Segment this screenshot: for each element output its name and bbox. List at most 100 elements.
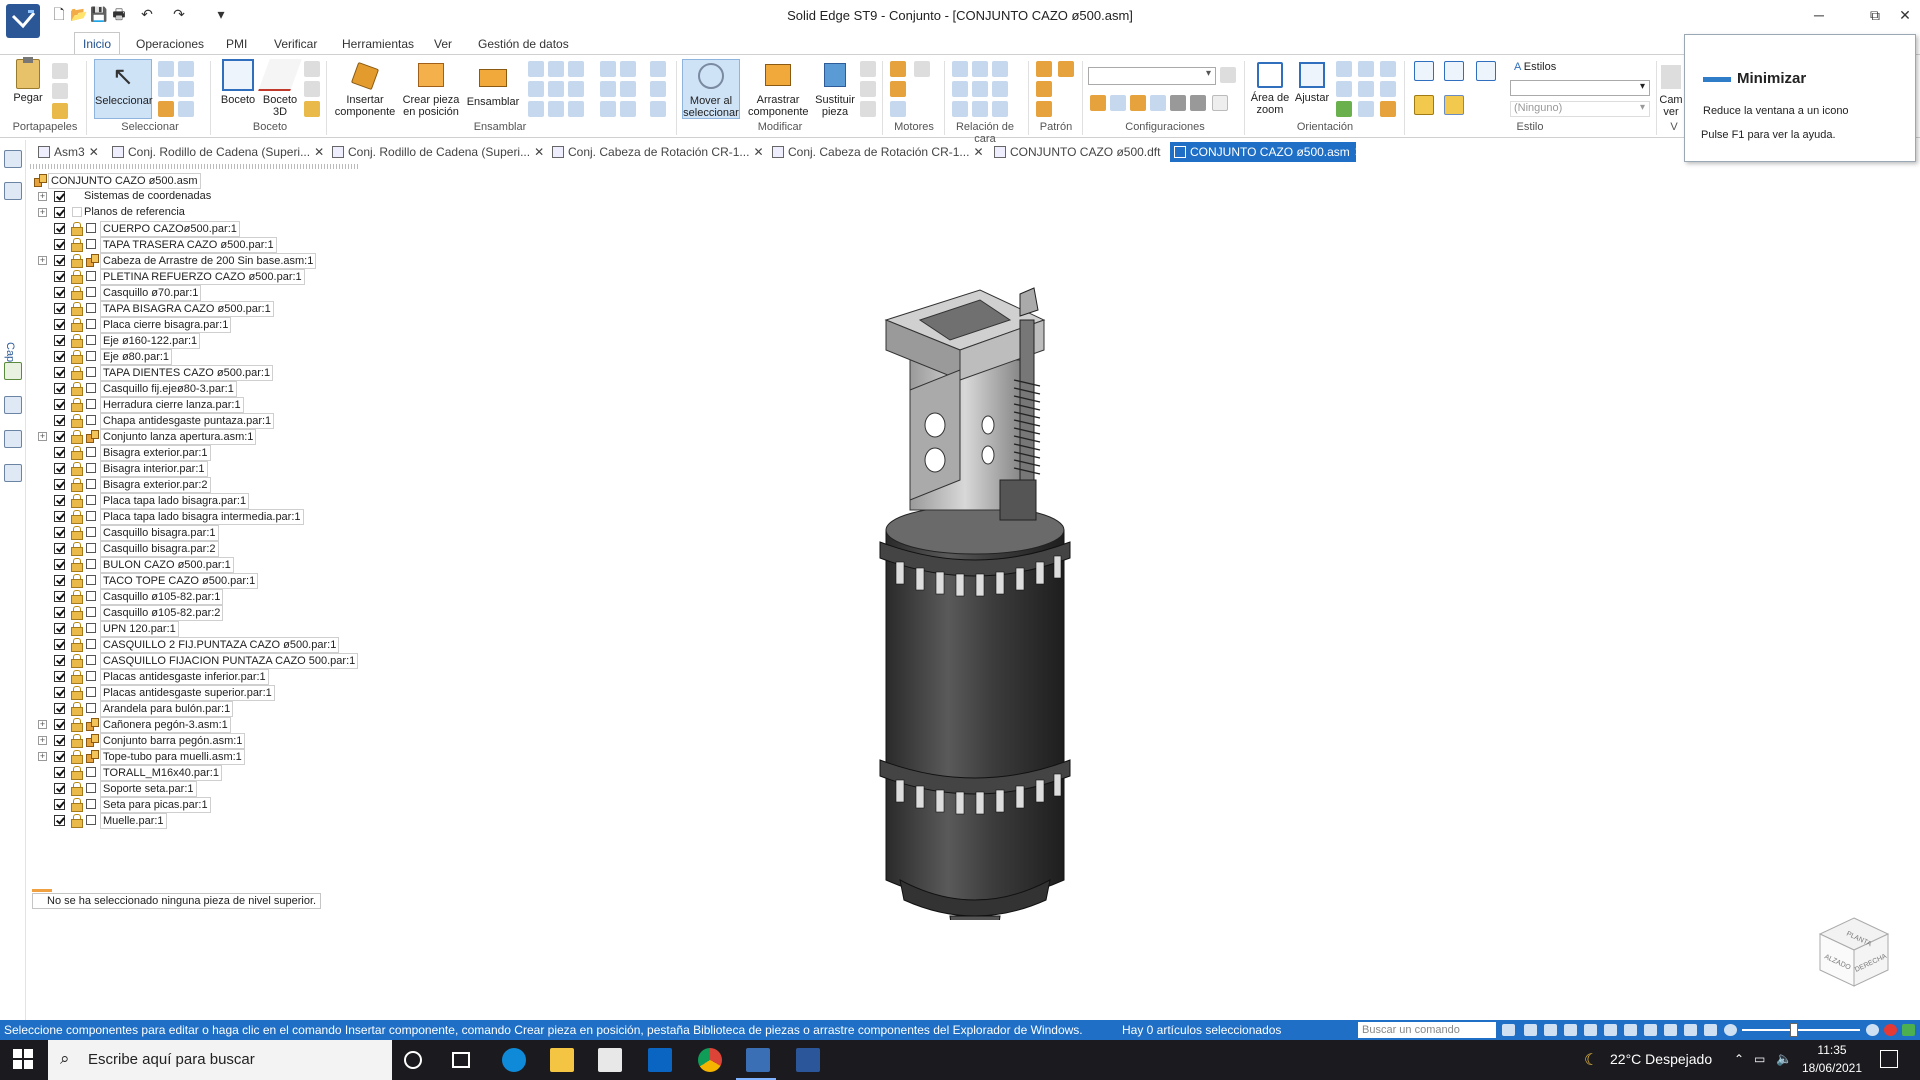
spin-icon[interactable] [1624, 1024, 1637, 1036]
styles-label[interactable]: A Estilos [1514, 61, 1556, 73]
relation-icon[interactable] [600, 101, 616, 117]
relation-icon[interactable] [600, 81, 616, 97]
visibility-checkbox[interactable] [54, 543, 65, 554]
face-relation-icon[interactable] [952, 101, 968, 117]
style-none-select[interactable]: (Ninguno) ▾ [1510, 101, 1650, 117]
visibility-checkbox[interactable] [54, 383, 65, 394]
view-cube-icon[interactable] [1414, 61, 1434, 81]
camera-button[interactable]: Cam ver [1658, 59, 1684, 118]
face-relation-icon[interactable] [952, 61, 968, 77]
relation-icon[interactable] [650, 81, 666, 97]
expand-icon[interactable]: + [38, 432, 47, 441]
relation-icon[interactable] [600, 61, 616, 77]
weather-widget[interactable]: 22°C Despejado [1610, 1051, 1712, 1067]
windows-start-icon[interactable] [12, 1048, 34, 1070]
show-hide-icon[interactable] [158, 101, 174, 117]
view-style-icon[interactable] [1644, 1024, 1657, 1036]
view-icon[interactable] [1380, 101, 1396, 117]
style-select[interactable]: ▾ [1510, 80, 1650, 96]
visibility-checkbox[interactable] [54, 271, 65, 282]
visibility-checkbox[interactable] [54, 447, 65, 458]
visibility-checkbox[interactable] [54, 735, 65, 746]
expand-icon[interactable]: + [38, 208, 47, 217]
visibility-checkbox[interactable] [54, 559, 65, 570]
doc-tab[interactable]: Conj. Rodillo de Cadena (Superi... ✕ [328, 142, 548, 162]
sketch-button[interactable]: Boceto [218, 59, 258, 106]
pattern-icon[interactable] [1036, 101, 1052, 117]
zoom-icon[interactable] [1336, 61, 1352, 77]
network-icon[interactable]: ▭ [1754, 1052, 1765, 1066]
doc-tab[interactable]: Conj. Rodillo de Cadena (Superi... ✕ [108, 142, 348, 162]
doc-tab[interactable]: Asm3 ✕ [34, 142, 100, 162]
clock-time[interactable]: 11:35 [1792, 1043, 1872, 1057]
relation-icon[interactable] [528, 81, 544, 97]
visibility-checkbox[interactable] [54, 207, 65, 218]
visibility-checkbox[interactable] [54, 671, 65, 682]
config-icon[interactable] [1130, 95, 1146, 111]
minimize-button[interactable]: ─ [1806, 4, 1832, 26]
relation-icon[interactable] [568, 61, 584, 77]
zoom-slider-thumb[interactable] [1790, 1023, 1798, 1037]
create-in-place-button[interactable]: Crear pieza en posición [400, 59, 462, 118]
config-icon[interactable] [1090, 95, 1106, 111]
config-icon[interactable] [1212, 95, 1228, 111]
zoom-out-icon[interactable] [1724, 1024, 1737, 1036]
rotate-icon[interactable] [1604, 1024, 1617, 1036]
zoom-area-button[interactable]: Área de zoom [1250, 59, 1290, 116]
edge-browser-icon[interactable] [502, 1048, 526, 1072]
view-icon[interactable] [1380, 61, 1396, 77]
visibility-checkbox[interactable] [54, 751, 65, 762]
close-tab-icon[interactable]: ✕ [314, 145, 324, 159]
relation-icon[interactable] [650, 101, 666, 117]
zoom-slider[interactable] [1742, 1023, 1860, 1037]
tab-pmi[interactable]: PMI [220, 35, 253, 53]
sketch-tool-icon[interactable] [304, 61, 320, 77]
visibility-checkbox[interactable] [54, 815, 65, 826]
notifications-icon[interactable] [1880, 1050, 1898, 1068]
solid-edge-taskbar-icon[interactable] [746, 1048, 770, 1072]
microsoft-store-icon[interactable] [598, 1048, 622, 1072]
shaded-edges-icon[interactable] [1444, 95, 1464, 115]
upload-icon[interactable] [1902, 1024, 1915, 1036]
file-explorer-icon[interactable] [550, 1048, 574, 1072]
visibility-checkbox[interactable] [54, 527, 65, 538]
expand-icon[interactable]: + [38, 752, 47, 761]
close-tab-icon[interactable]: ✕ [1354, 145, 1356, 159]
visibility-checkbox[interactable] [54, 511, 65, 522]
sketch-3d-button[interactable]: Boceto 3D [258, 59, 302, 118]
visibility-checkbox[interactable] [54, 799, 65, 810]
select-button[interactable]: ↖ Seleccionar [94, 59, 152, 119]
view-icon[interactable] [1358, 101, 1374, 117]
command-finder-icon[interactable] [1502, 1024, 1515, 1036]
move-selection-button[interactable]: Mover al seleccionar [682, 59, 740, 119]
visibility-checkbox[interactable] [54, 351, 65, 362]
pattern-icon[interactable] [1036, 81, 1052, 97]
config-icon[interactable] [1150, 95, 1166, 111]
motor-icon[interactable] [890, 81, 906, 97]
relation-icon[interactable] [620, 61, 636, 77]
pathfinder-icon[interactable] [4, 150, 22, 168]
visibility-checkbox[interactable] [54, 335, 65, 346]
record-icon[interactable] [1884, 1024, 1897, 1036]
assemble-button[interactable]: Ensamblar [466, 59, 520, 108]
insert-component-button[interactable]: Insertar componente [334, 59, 396, 118]
close-tab-icon[interactable]: ✕ [534, 145, 544, 159]
tab-herramientas[interactable]: Herramientas [336, 35, 420, 53]
configuration-save-icon[interactable] [1220, 67, 1236, 83]
view-icon[interactable] [1336, 101, 1352, 117]
fit-button[interactable]: Ajustar [1292, 59, 1332, 104]
visibility-checkbox[interactable] [54, 287, 65, 298]
tab-operaciones[interactable]: Operaciones [130, 35, 210, 53]
zoom-area-icon[interactable] [1544, 1024, 1557, 1036]
tab-inicio[interactable]: Inicio [74, 32, 121, 55]
visibility-checkbox[interactable] [54, 623, 65, 634]
view-cube-icon[interactable] [1476, 61, 1496, 81]
visibility-checkbox[interactable] [54, 703, 65, 714]
layers-icon[interactable] [4, 182, 22, 200]
expand-icon[interactable]: + [38, 192, 47, 201]
cortana-icon[interactable] [404, 1051, 422, 1069]
visibility-checkbox[interactable] [54, 575, 65, 586]
relation-icon[interactable] [548, 61, 564, 77]
visibility-checkbox[interactable] [54, 479, 65, 490]
config-icon[interactable] [1170, 95, 1186, 111]
